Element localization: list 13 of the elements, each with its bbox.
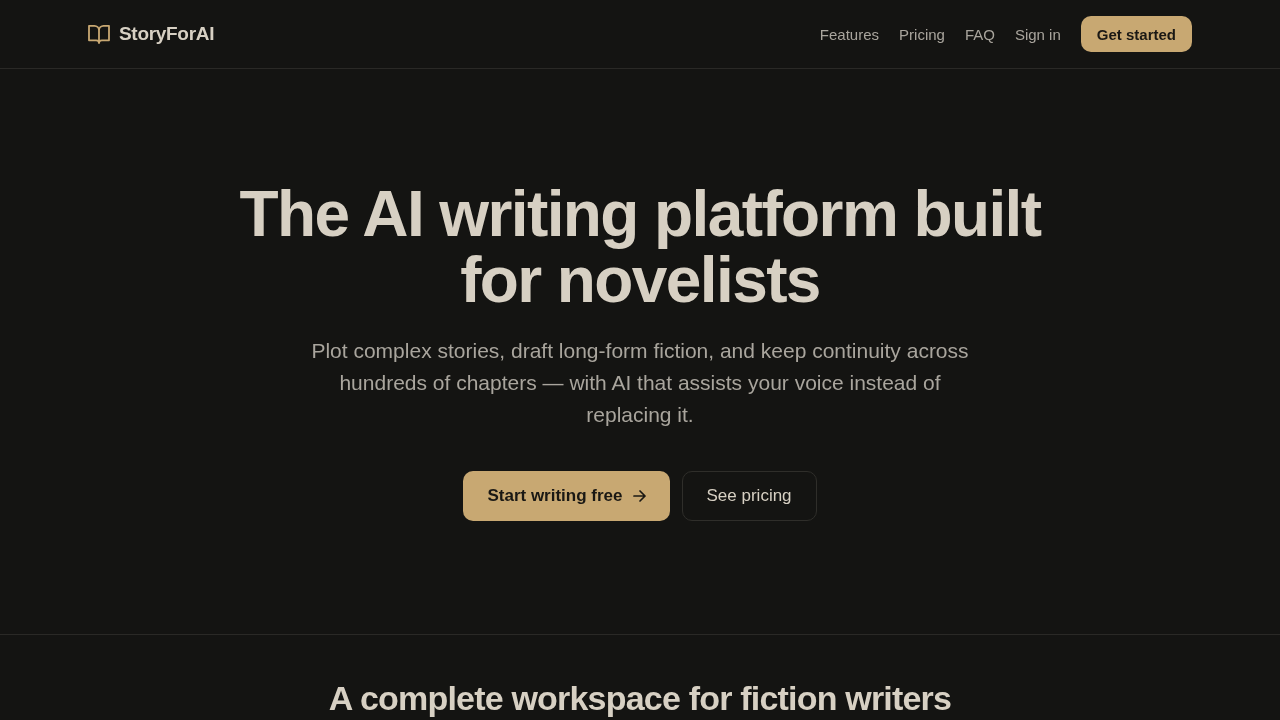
hero-subtitle: Plot complex stories, draft long-form fiction, and keep continuity across hundreds of chapters — with AI that assists your voice instead of replacing it. — [310, 338, 970, 428]
nav-link[interactable]: FAQ — [964, 25, 995, 43]
section-heading: A complete workspace for fiction writers — [328, 678, 952, 718]
start-writing-button[interactable]: Start writing free — [463, 471, 670, 521]
get-started-button[interactable]: Get started — [1080, 16, 1192, 52]
nav-link[interactable]: Features — [819, 25, 880, 43]
hero-title: The AI writing platform built for novelists — [238, 181, 1042, 313]
nav-link[interactable]: Pricing — [899, 25, 945, 43]
arrow-right-icon — [632, 490, 646, 502]
see-pricing-button[interactable]: See pricing — [681, 471, 817, 521]
brand-name: StoryForAI — [119, 23, 215, 45]
book-icon — [88, 24, 110, 44]
nav-link[interactable]: Sign in — [1014, 25, 1061, 43]
